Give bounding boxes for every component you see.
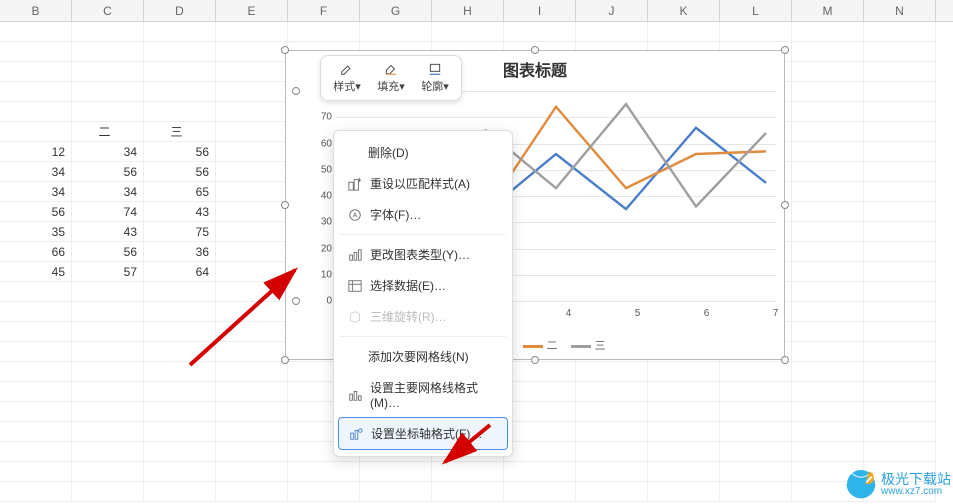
y-tick: 10 [316,269,332,280]
globe-icon [843,466,879,502]
outline-icon [426,62,444,76]
col-header[interactable]: K [648,0,720,21]
pen-icon [338,62,356,76]
col-header[interactable]: F [288,0,360,21]
y-tick: 20 [316,243,332,254]
y-tick: 70 [316,112,332,123]
menu-font[interactable]: A 字体(F)… [338,199,508,230]
font-icon: A [348,208,362,222]
cell[interactable]: 75 [144,222,216,242]
gridline-icon [348,388,362,402]
cell[interactable]: 57 [72,262,144,282]
col-header[interactable]: G [360,0,432,21]
outline-dropdown[interactable]: 轮廓▾ [413,62,457,94]
cell[interactable]: 56 [72,162,144,182]
x-tick: 7 [773,308,779,319]
chevron-down-icon: ▾ [355,81,361,93]
x-tick: 4 [566,308,572,319]
col-header[interactable]: E [216,0,288,21]
menu-change-chart-type[interactable]: 更改图表类型(Y)… [338,239,508,270]
menu-axis-format[interactable]: 设置坐标轴格式(F)… [338,417,508,450]
menu-major-gridline-format[interactable]: 设置主要网格线格式(M)… [338,372,508,417]
cell[interactable]: 56 [144,142,216,162]
context-menu: 删除(D) 重设以匹配样式(A) A 字体(F)… 更改图表类型(Y)… 选择数… [333,130,513,457]
y-tick: 50 [316,164,332,175]
selection-handle[interactable] [281,46,289,54]
cell[interactable]: 34 [72,142,144,162]
col-header[interactable]: D [144,0,216,21]
cell[interactable]: 64 [144,262,216,282]
col-header[interactable]: L [720,0,792,21]
y-tick: 40 [316,191,332,202]
menu-reset-style[interactable]: 重设以匹配样式(A) [338,168,508,199]
selection-handle[interactable] [281,356,289,364]
watermark-name: 极光下载站 [881,472,951,486]
col-header[interactable]: I [504,0,576,21]
cell[interactable]: 56 [0,202,72,222]
cell[interactable]: 二 [72,122,144,142]
selection-handle[interactable] [781,201,789,209]
cell[interactable]: 65 [144,182,216,202]
menu-select-data[interactable]: 选择数据(E)… [338,270,508,301]
style-dropdown[interactable]: 样式▾ [325,62,369,94]
cell[interactable]: 12 [0,142,72,162]
cell[interactable]: 56 [72,242,144,262]
cell[interactable]: 36 [144,242,216,262]
x-tick: 6 [704,308,710,319]
cell[interactable]: 34 [0,162,72,182]
selection-handle[interactable] [281,201,289,209]
col-header[interactable]: B [0,0,72,21]
select-data-icon [348,279,362,293]
selection-handle[interactable] [781,46,789,54]
selection-handle[interactable] [292,87,300,95]
watermark-url: www.xz7.com [881,486,951,497]
rotate-3d-icon [348,310,362,324]
chevron-down-icon: ▾ [443,81,449,93]
cell[interactable]: 43 [144,202,216,222]
chevron-down-icon: ▾ [399,81,405,93]
cell[interactable]: 43 [72,222,144,242]
y-tick: 30 [316,217,332,228]
menu-3d-rotation: 三维旋转(R)… [338,301,508,332]
chart-type-icon [348,248,362,262]
selection-handle[interactable] [531,356,539,364]
svg-text:A: A [353,212,358,219]
cell[interactable]: 35 [0,222,72,242]
col-header[interactable]: J [576,0,648,21]
column-headers: B C D E F G H I J K L M N [0,0,953,22]
legend-item: 三 [595,340,606,352]
cell[interactable]: 三 [144,122,216,142]
col-header[interactable]: M [792,0,864,21]
selection-handle[interactable] [781,356,789,364]
cell[interactable]: 34 [0,182,72,202]
col-header[interactable]: N [864,0,936,21]
cell[interactable]: 74 [72,202,144,222]
selection-handle[interactable] [531,46,539,54]
cell[interactable]: 66 [0,242,72,262]
selection-handle[interactable] [292,297,300,305]
cell[interactable]: 56 [144,162,216,182]
y-tick: 0 [316,296,332,307]
menu-delete[interactable]: 删除(D) [338,137,508,168]
cell[interactable]: 34 [72,182,144,202]
fill-icon [382,62,400,76]
reset-icon [348,177,362,191]
legend-item: 二 [547,340,558,352]
y-tick: 60 [316,138,332,149]
col-header[interactable]: C [72,0,144,21]
mini-toolbar: 样式▾ 填充▾ 轮廓▾ [320,55,462,101]
menu-add-minor-gridlines[interactable]: 添加次要网格线(N) [338,341,508,372]
fill-dropdown[interactable]: 填充▾ [369,62,413,94]
col-header[interactable]: H [432,0,504,21]
axis-format-icon [349,427,363,441]
cell[interactable]: 45 [0,262,72,282]
x-tick: 5 [635,308,641,319]
watermark: 极光下载站 www.xz7.com [843,466,951,502]
